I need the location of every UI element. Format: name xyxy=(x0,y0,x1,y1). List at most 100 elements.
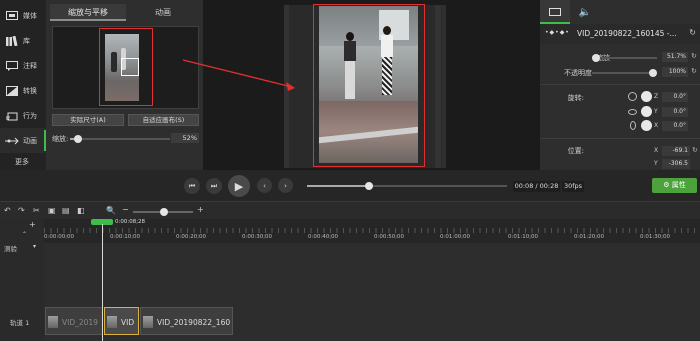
tick-label: 0:00:10;00 xyxy=(110,234,141,240)
cut-icon[interactable]: ✂ xyxy=(33,206,40,215)
tick-label: 0:00:20;00 xyxy=(176,234,207,240)
canvas-preview[interactable] xyxy=(203,0,540,170)
rotation-z-field[interactable]: 0.0° xyxy=(662,92,688,102)
chevron-left-icon: ‹ xyxy=(263,181,266,190)
scrub-bar[interactable] xyxy=(307,182,507,190)
time-display: 00:08 / 00:28 xyxy=(513,181,560,192)
opacity-slider[interactable] xyxy=(592,69,657,77)
split-icon[interactable]: ◧ xyxy=(77,206,85,215)
tick-label: 0:00:00;00 xyxy=(44,234,75,240)
step-back-button[interactable]: ⏮ xyxy=(184,178,200,194)
tab-visual-properties[interactable] xyxy=(540,0,570,24)
undo-icon[interactable]: ↶ xyxy=(4,206,11,215)
timeline-clip[interactable]: VID_2019 xyxy=(45,307,103,335)
sidebar-item-label: 动画 xyxy=(23,136,37,145)
copy-icon[interactable]: ▣ xyxy=(48,206,56,215)
axis-label: X xyxy=(654,122,659,129)
paste-icon[interactable]: ▤ xyxy=(62,206,70,215)
scrub-fill xyxy=(307,185,369,187)
reset-icon[interactable]: ↻ xyxy=(692,146,698,154)
properties-button[interactable]: ⚙ 属性 xyxy=(652,178,697,193)
zoom-pan-preview[interactable] xyxy=(52,26,199,109)
opacity-slider-knob[interactable] xyxy=(649,69,657,77)
axis-label: Y xyxy=(654,108,658,115)
collapse-icon[interactable]: ⌃ xyxy=(22,231,27,238)
zoom-selection-box[interactable] xyxy=(121,58,139,76)
tab-zoom-pan[interactable]: 缩放与平移 xyxy=(50,4,126,21)
position-x-field[interactable]: -69.1 xyxy=(662,146,690,156)
add-track-icon[interactable]: + xyxy=(29,220,36,229)
rotation-x-field[interactable]: 0.0° xyxy=(662,121,688,131)
timeline-ruler[interactable]: + ⌃ 0:00:08;28 0:00:00;00 0:00:10;00 0:0… xyxy=(0,219,700,243)
reset-icon[interactable]: ↻ xyxy=(691,67,697,75)
properties-panel: 🔈 •◆•◆• VID_20190822_160145 -... ↻ 缩放 51… xyxy=(540,0,700,170)
canvas-edge xyxy=(284,5,289,168)
canvas-scrollbar[interactable] xyxy=(442,5,446,168)
scrub-knob[interactable] xyxy=(365,182,373,190)
keyframe-nav-icon[interactable]: •◆•◆• xyxy=(545,29,570,36)
axis-label: Z xyxy=(654,93,659,100)
track-headers: 测验 ▾ 轨道 1 xyxy=(0,243,44,341)
transition-icon xyxy=(5,85,19,96)
tick-label: 0:00:50;00 xyxy=(374,234,405,240)
tick-label: 0:01:00;00 xyxy=(440,234,471,240)
position-y-field[interactable]: -306.5 xyxy=(662,159,690,169)
ruler-ticks xyxy=(44,228,700,233)
more-button[interactable]: 更多 xyxy=(0,156,46,168)
timeline-zoom-slider[interactable] xyxy=(133,208,193,216)
actual-size-button[interactable]: 实际尺寸(A) xyxy=(52,114,124,126)
scale-slider-knob[interactable] xyxy=(592,54,600,62)
sidebar-item-transition[interactable]: 转换 xyxy=(0,78,46,103)
left-toolbar: 媒体 库 注释 转换 行为 动画 更多 xyxy=(0,0,46,170)
next-button[interactable]: › xyxy=(278,178,293,193)
fps-display[interactable]: 30fps xyxy=(562,181,584,192)
gear-icon: ⚙ xyxy=(663,181,672,189)
timeline-clip-selected[interactable]: VID xyxy=(104,307,139,335)
clip-thumbnail xyxy=(107,316,117,328)
dropdown-icon[interactable]: ▾ xyxy=(33,243,36,250)
redo-icon[interactable]: ↷ xyxy=(18,206,25,215)
reset-icon[interactable]: ↻ xyxy=(691,52,697,60)
play-button[interactable]: ▶ xyxy=(228,175,250,197)
sidebar-item-media[interactable]: 媒体 xyxy=(0,3,46,28)
rotation-x-dial[interactable] xyxy=(641,120,652,131)
step-forward-button[interactable]: ⏭ xyxy=(206,178,222,194)
fit-canvas-button[interactable]: 自适应画布(S) xyxy=(128,114,199,126)
sidebar-item-animation[interactable]: 动画 xyxy=(0,128,46,153)
position-label: 位置: xyxy=(567,147,584,155)
timeline-clip[interactable]: VID_20190822_160 xyxy=(140,307,233,335)
zoom-slider[interactable] xyxy=(70,135,170,143)
previous-button[interactable]: ‹ xyxy=(257,178,272,193)
zoom-out-icon[interactable]: − xyxy=(122,205,129,214)
rotation-y-dial[interactable] xyxy=(641,106,652,117)
rotate-y-icon xyxy=(628,109,637,115)
rotation-z-dial[interactable] xyxy=(641,91,652,102)
zoom-value-field[interactable]: 52% xyxy=(171,133,199,143)
playback-controls: ⏮ ⏭ ▶ ‹ › 00:08 / 00:28 30fps ⚙ 属性 xyxy=(0,170,700,201)
sidebar-item-behavior[interactable]: 行为 xyxy=(0,103,46,128)
sidebar-item-library[interactable]: 库 xyxy=(0,28,46,53)
rotate-z-icon xyxy=(628,92,637,101)
quiz-track-label[interactable]: 测验 xyxy=(4,243,17,253)
tab-animation[interactable]: 动画 xyxy=(126,4,200,21)
tick-label: 0:01:30;00 xyxy=(640,234,671,240)
track-label[interactable]: 轨道 1 xyxy=(10,317,29,327)
reset-icon[interactable]: ↻ xyxy=(689,28,696,37)
zoom-in-icon[interactable]: + xyxy=(197,205,204,214)
properties-header: •◆•◆• VID_20190822_160145 -... ↻ xyxy=(540,24,700,44)
timeline-zoom-knob[interactable] xyxy=(160,208,168,216)
scale-slider[interactable] xyxy=(592,54,657,62)
zoom-label: 缩放: xyxy=(52,135,69,143)
zoom-slider-knob[interactable] xyxy=(73,135,82,143)
step-back-icon: ⏮ xyxy=(188,181,196,190)
highlight-frame xyxy=(313,4,425,167)
scale-value-field[interactable]: 51.7% xyxy=(662,52,688,62)
axis-label: Y xyxy=(654,160,658,167)
clip-thumbnail xyxy=(143,316,153,328)
zoom-magnifier-icon: 🔍 xyxy=(106,206,116,215)
sidebar-item-annotation[interactable]: 注释 xyxy=(0,53,46,78)
rotation-y-field[interactable]: 0.0° xyxy=(662,107,688,117)
opacity-value-field[interactable]: 100% xyxy=(662,67,688,77)
timeline-tracks: 测验 ▾ 轨道 1 VID_2019 VID VID_20190822_160 xyxy=(0,243,700,341)
tab-audio-properties[interactable]: 🔈 xyxy=(570,0,600,24)
